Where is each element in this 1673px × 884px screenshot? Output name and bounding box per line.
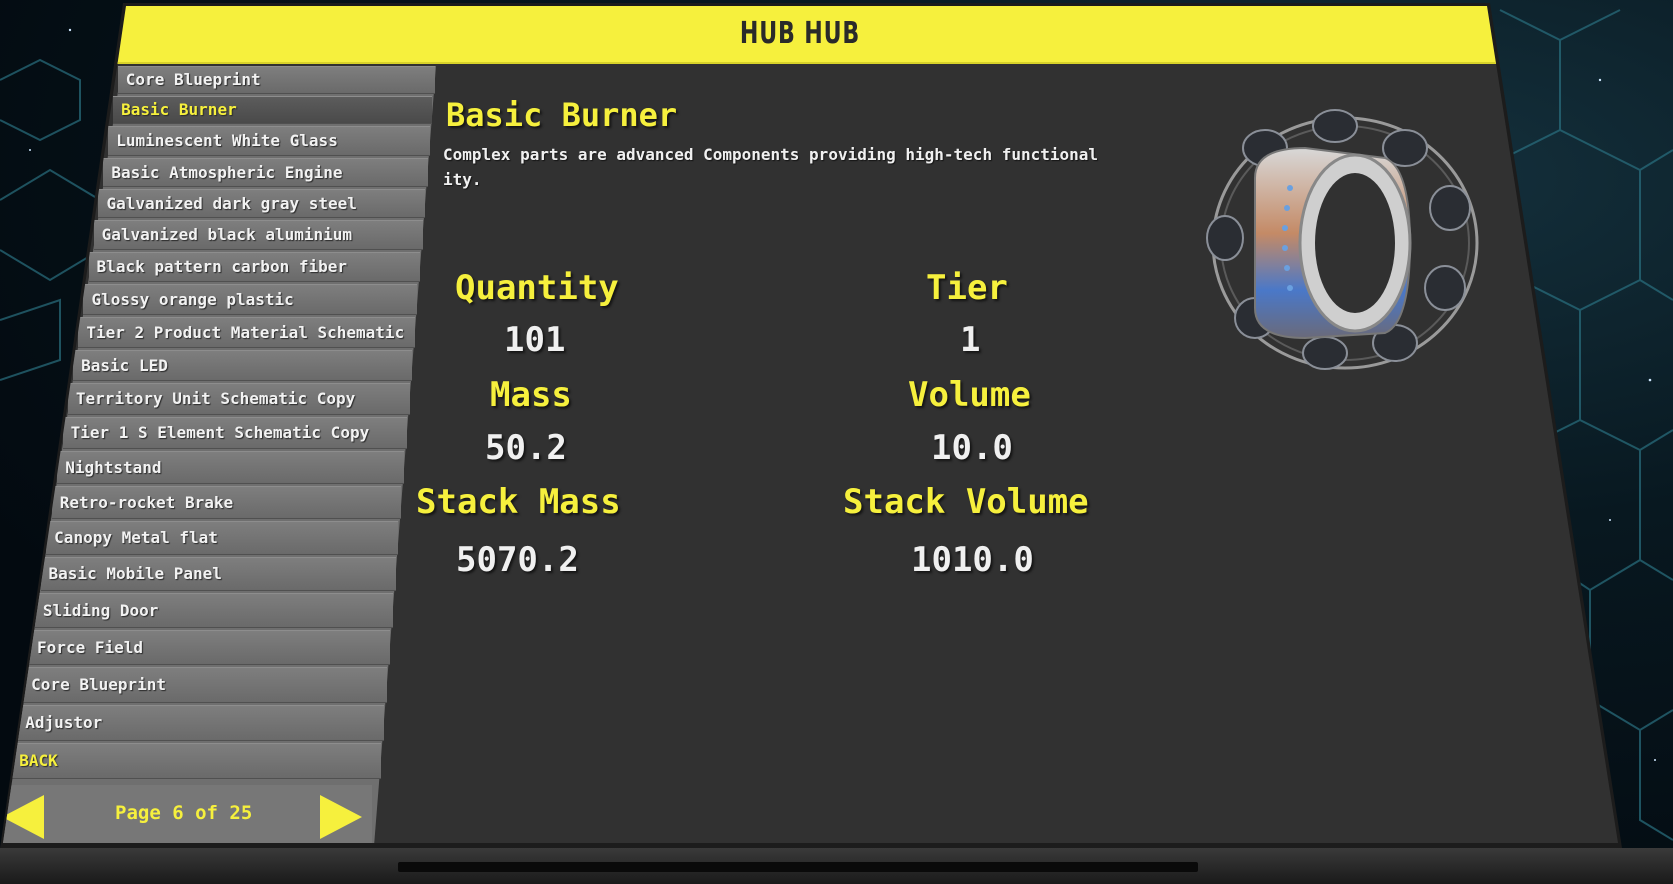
stack-mass-value: 5070.2 (456, 540, 579, 580)
pager: Page 6 of 25 (3, 785, 372, 843)
sidebar-item[interactable]: Galvanized dark gray steel (98, 189, 426, 218)
sidebar-item[interactable]: Tier 1 S Element Schematic Copy (62, 417, 407, 449)
sidebar-item[interactable]: Core Blueprint (23, 667, 387, 703)
stack-volume-label: Stack Volume (843, 482, 1089, 522)
next-page-arrow-icon[interactable] (320, 795, 362, 839)
sidebar-item[interactable]: Retro-rocket Brake (51, 486, 402, 519)
item-title: Basic Burner (446, 96, 678, 134)
quantity-label: Quantity (455, 268, 619, 308)
stack-mass-label: Stack Mass (416, 482, 621, 522)
volume-label: Volume (908, 375, 1031, 415)
sidebar-item[interactable]: Sliding Door (34, 593, 393, 628)
sidebar-item[interactable]: Canopy Metal flat (46, 521, 399, 555)
quantity-value: 101 (504, 320, 566, 360)
tier-value: 1 (960, 320, 981, 360)
sidebar-item[interactable]: Basic Mobile Panel (40, 557, 396, 591)
sidebar-item[interactable]: Tier 2 Product Material Schematic (78, 317, 415, 348)
volume-value: 10.0 (931, 428, 1013, 468)
page-indicator: Page 6 of 25 (115, 802, 253, 824)
title-bar: HUB HUB (3, 6, 1618, 64)
back-button[interactable]: BACK (11, 743, 381, 779)
sidebar-item[interactable]: Adjustor (17, 705, 384, 741)
sidebar-item[interactable]: Black pattern carbon fiber (88, 252, 420, 282)
hub-screen: HUB HUB Core Blueprint Basic Burner Lumine… (3, 6, 1618, 843)
sidebar-item[interactable]: Glossy orange plastic (83, 284, 418, 315)
mass-label: Mass (490, 375, 572, 415)
tier-label: Tier (926, 268, 1008, 308)
sidebar-item[interactable]: Galvanized black aluminium (93, 220, 423, 250)
burner-engine-icon (1206, 109, 1479, 370)
window-title: HUB HUB (739, 16, 861, 51)
sidebar-item[interactable]: Basic LED (73, 350, 413, 381)
sidebar-item[interactable]: Territory Unit Schematic Copy (67, 383, 410, 415)
stack-volume-value: 1010.0 (911, 540, 1034, 580)
sidebar-item[interactable]: Basic Burner (113, 96, 433, 124)
sidebar-item[interactable]: Luminescent White Glass (108, 126, 431, 156)
screen-base-slot (398, 862, 1198, 872)
mass-value: 50.2 (485, 428, 567, 468)
item-description: Complex parts are advanced Components pr… (443, 145, 1099, 189)
sidebar-item[interactable]: Force Field (29, 630, 390, 665)
sidebar-item[interactable]: Nightstand (57, 451, 405, 484)
sidebar-item[interactable]: Core Blueprint (117, 66, 435, 94)
sidebar-item[interactable]: Basic Atmospheric Engine (103, 158, 428, 187)
